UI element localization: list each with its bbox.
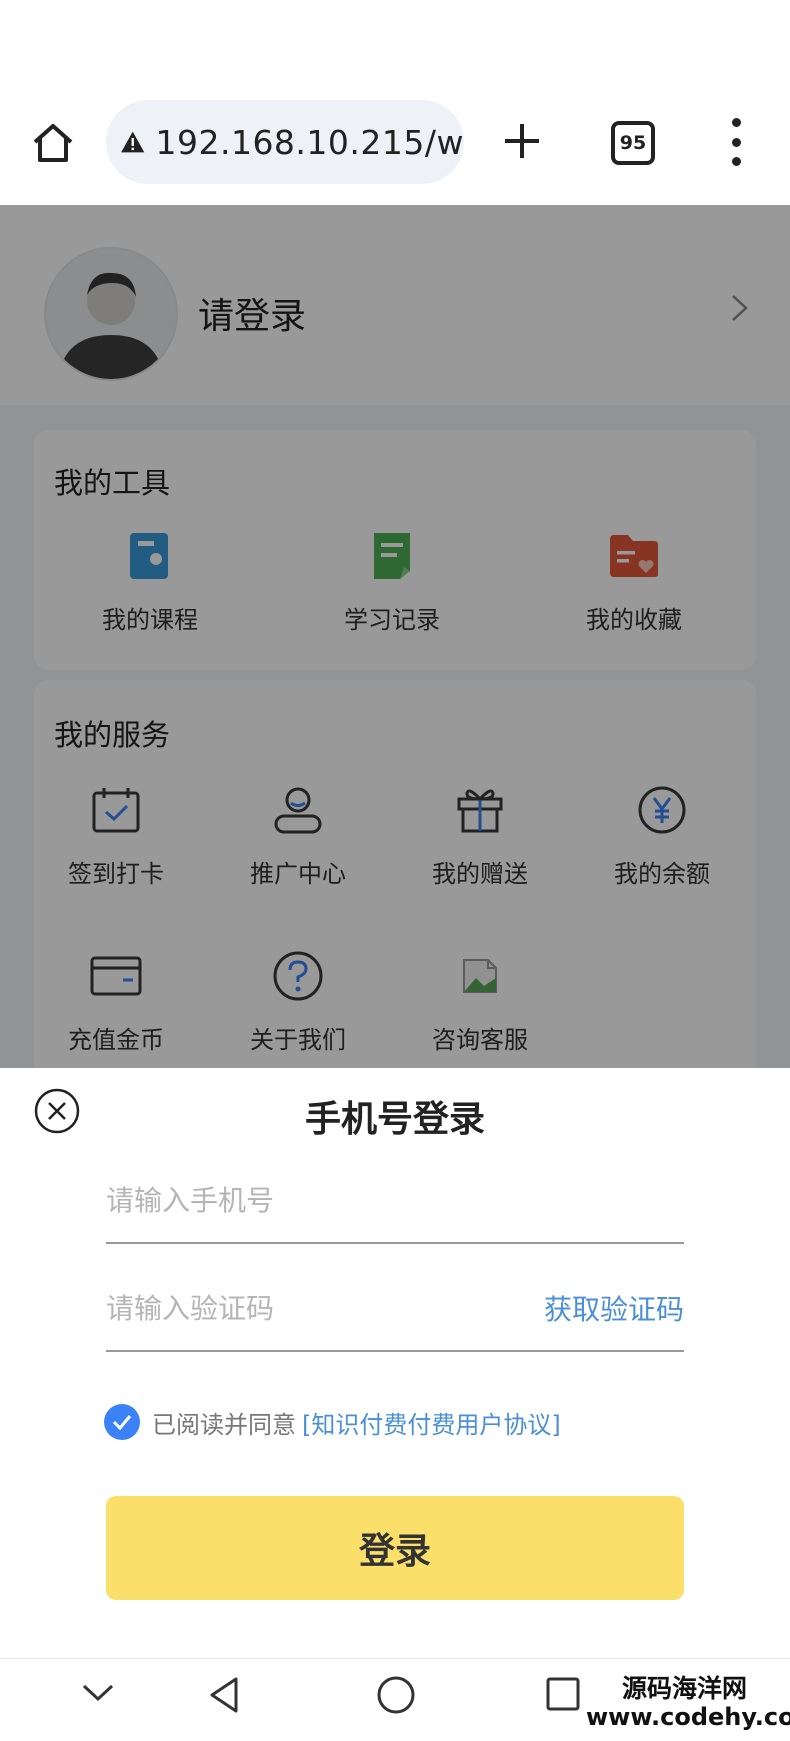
home-button[interactable] <box>26 118 80 168</box>
system-nav-bar: 源码海洋网 www.codehy.com <box>0 1658 790 1741</box>
agreement-row: 已阅读并同意 [知识付费付费用户协议] <box>104 1402 561 1442</box>
plus-icon <box>505 124 539 158</box>
phone-field <box>106 1158 684 1244</box>
watermark-url: www.codehy.com <box>586 1703 790 1731</box>
modal-backdrop[interactable] <box>0 205 790 1068</box>
phone-input[interactable] <box>106 1158 684 1242</box>
watermark-title: 源码海洋网 <box>622 1674 748 1703</box>
login-sheet: 手机号登录 获取验证码 已阅读并同意 [知识付费付费用户协议] 登录 <box>0 1068 790 1658</box>
browser-toolbar: 192.168.10.215/w 95 <box>0 0 790 205</box>
recents-icon[interactable] <box>545 1676 581 1712</box>
new-tab-button[interactable] <box>498 115 546 167</box>
url-text: 192.168.10.215/w <box>155 122 464 162</box>
get-code-button[interactable]: 获取验证码 <box>544 1266 684 1350</box>
back-icon[interactable] <box>206 1675 242 1715</box>
dot-icon <box>731 157 741 166</box>
chevron-down-icon[interactable] <box>80 1681 116 1705</box>
login-button[interactable]: 登录 <box>106 1496 684 1600</box>
tab-switcher-button[interactable]: 95 <box>611 121 655 165</box>
more-menu-button[interactable] <box>726 118 746 166</box>
dot-icon <box>731 137 741 147</box>
warning-icon <box>121 131 145 153</box>
dot-icon <box>731 118 741 127</box>
address-bar[interactable]: 192.168.10.215/w <box>106 100 464 184</box>
agreement-link[interactable]: [知识付费付费用户协议] <box>302 1405 561 1440</box>
home-circle-icon[interactable] <box>376 1675 416 1715</box>
code-field: 获取验证码 <box>106 1266 684 1352</box>
agreement-text: 已阅读并同意 <box>152 1410 296 1439</box>
sheet-title: 手机号登录 <box>304 1099 485 1140</box>
agreement-checkbox[interactable] <box>104 1404 140 1440</box>
checkmark-icon <box>112 1415 132 1431</box>
verification-code-input[interactable] <box>106 1266 506 1350</box>
home-icon <box>33 124 73 162</box>
